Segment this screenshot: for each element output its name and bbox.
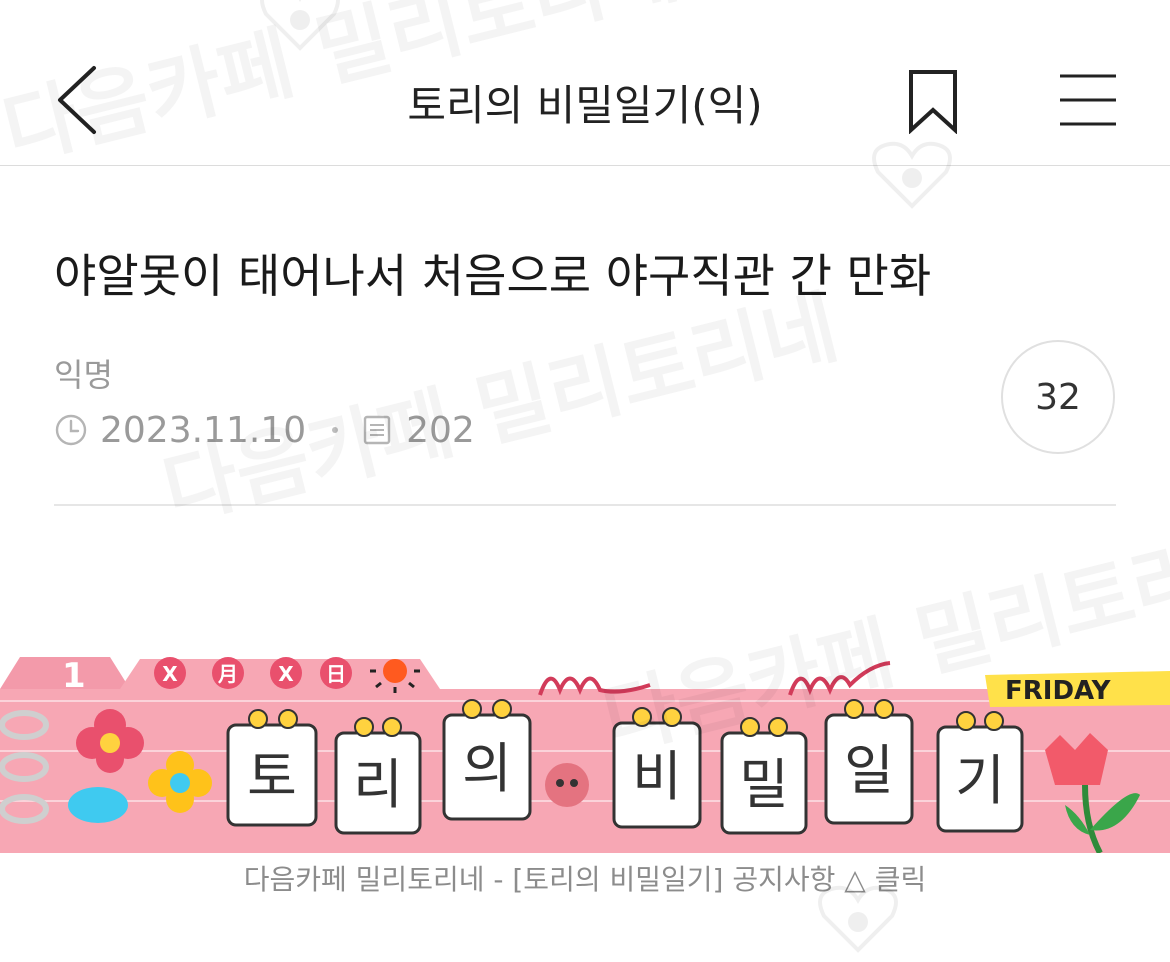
banner-caption-link[interactable]: 다음카페 밀리토리네 - [토리의 비밀일기] 공지사항 △ 클릭 [0, 858, 1170, 898]
comment-count-button[interactable]: 32 [1001, 340, 1115, 454]
page-title: 토리의 비밀일기(익) [407, 81, 763, 130]
app-header: 토리의 비밀일기(익) [0, 0, 1170, 166]
day-label: FRIDAY [1005, 676, 1112, 706]
hamburger-menu-icon [1060, 74, 1116, 126]
menu-button[interactable] [1058, 72, 1120, 128]
date-char: X [278, 662, 294, 686]
date-char: 日 [326, 662, 346, 686]
meta-separator [332, 427, 339, 433]
post-title: 야알못이 태어나서 처음으로 야구직관 간 만화 [54, 249, 932, 303]
banner-title-char: 비 [632, 745, 682, 808]
banner-title-char: 의 [462, 737, 512, 800]
banner-tab-number: 1 [62, 656, 86, 696]
divider [54, 504, 1116, 506]
date-char: X [162, 662, 178, 686]
clock-icon [55, 414, 87, 446]
document-icon [363, 415, 391, 445]
post-author: 익명 [54, 356, 113, 394]
view-count: 202 [406, 409, 475, 451]
banner-title-char: 토 [247, 745, 297, 808]
post-date: 2023.11.10 [100, 409, 307, 451]
post-meta: 2023.11.10 202 [54, 408, 475, 452]
bookmark-icon [909, 70, 957, 135]
date-char: 月 [217, 662, 238, 686]
comment-count: 32 [1035, 376, 1081, 418]
bookmark-button[interactable] [905, 68, 961, 135]
banner-title-char: 리 [353, 753, 403, 816]
banner-illustration: 1 X 月 X 日 FRIDAY 토 리 의 비 밀 일 기 [0, 656, 1170, 853]
banner-title-char: 기 [955, 749, 1005, 812]
banner-title-char: 밀 [739, 753, 789, 816]
cafe-banner-image[interactable]: 1 X 月 X 日 FRIDAY 토 리 의 비 밀 일 기 [0, 655, 1170, 853]
banner-title-char: 일 [844, 739, 894, 802]
